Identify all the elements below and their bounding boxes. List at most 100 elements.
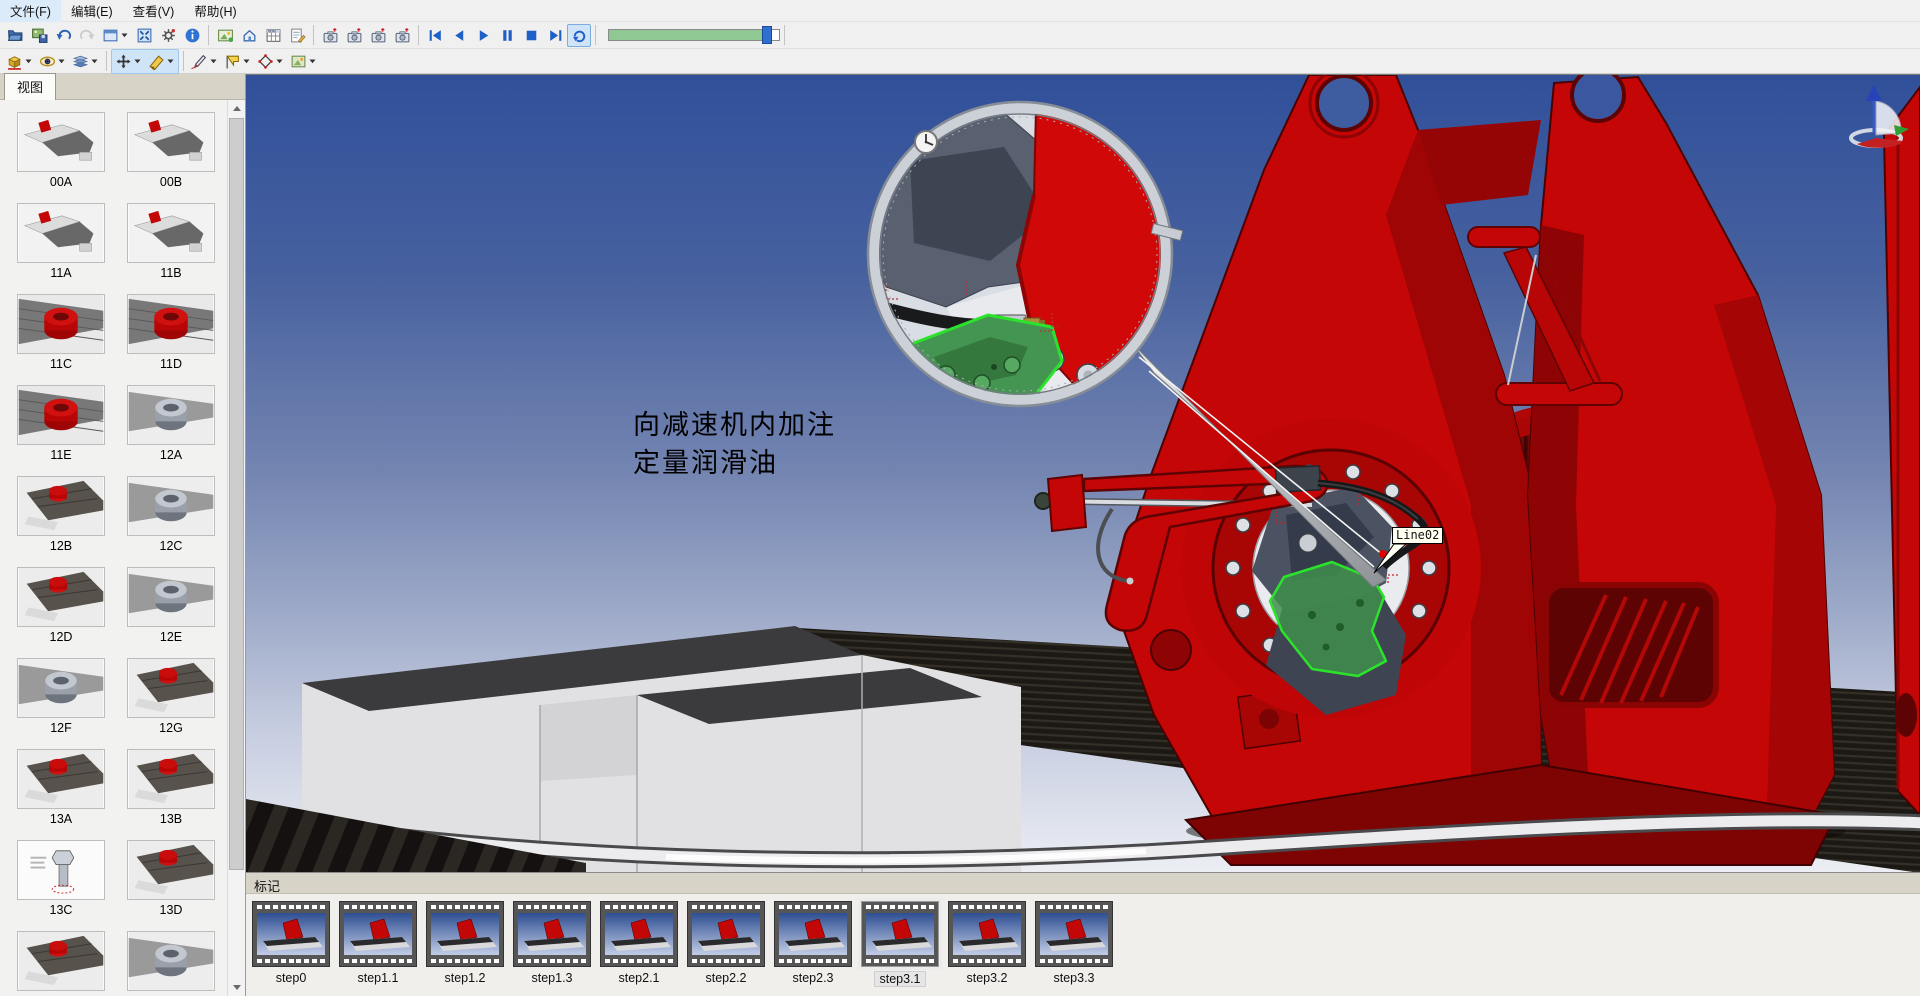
view-thumbnail-12D[interactable]: 12D [13, 567, 109, 644]
snapshot-4-button[interactable] [390, 24, 414, 47]
chevron-down-icon[interactable] [133, 57, 142, 65]
go-prev-button[interactable] [447, 24, 471, 47]
view-thumbnail[interactable] [13, 931, 109, 994]
undo-button[interactable] [51, 24, 75, 47]
callout-button[interactable] [221, 50, 254, 73]
view-thumbnail-13B[interactable]: 13B [123, 749, 219, 826]
view-thumbnail-11D[interactable]: 11D [123, 294, 219, 371]
view-thumbnail-12G[interactable]: 12G [123, 658, 219, 735]
step-thumbnail-step1.2[interactable]: step1.2 [426, 901, 504, 987]
stop-button[interactable] [519, 24, 543, 47]
view-thumbnail-00B[interactable]: 00B [123, 112, 219, 189]
chevron-down-icon[interactable] [120, 31, 129, 39]
film-sprockets [866, 959, 934, 963]
scroll-down-icon[interactable] [228, 979, 245, 996]
chevron-down-icon[interactable] [24, 57, 33, 65]
view-thumbnail-12B[interactable]: 12B [13, 476, 109, 553]
toolbar-group [188, 50, 320, 73]
settings-button[interactable] [156, 24, 180, 47]
film-frame[interactable] [252, 901, 330, 967]
film-frame[interactable] [687, 901, 765, 967]
scroll-up-icon[interactable] [228, 100, 245, 117]
film-frame[interactable] [339, 901, 417, 967]
notes-button[interactable] [285, 24, 309, 47]
section-view-button[interactable] [145, 50, 178, 73]
view-thumbnail-11A[interactable]: 11A [13, 203, 109, 280]
step-thumbnail-step2.3[interactable]: step2.3 [774, 901, 852, 987]
snapshot-3-button[interactable] [366, 24, 390, 47]
view-thumbnail-12F[interactable]: 12F [13, 658, 109, 735]
go-first-icon [427, 27, 444, 44]
view-thumbnail-11E[interactable]: 11E [13, 385, 109, 462]
view-thumbnail-13D[interactable]: 13D [123, 840, 219, 917]
chevron-down-icon[interactable] [166, 57, 175, 65]
scrollbar-thumb[interactable] [229, 118, 244, 870]
go-last-button[interactable] [543, 24, 567, 47]
step-thumbnail-step2.1[interactable]: step2.1 [600, 901, 678, 987]
view-thumbnail-11B[interactable]: 11B [123, 203, 219, 280]
view-thumbnail-label: 11B [123, 266, 219, 280]
chevron-down-icon[interactable] [209, 57, 218, 65]
step-thumbnail-step0[interactable]: step0 [252, 901, 330, 987]
step-label: step2.1 [615, 971, 662, 985]
film-frame[interactable] [600, 901, 678, 967]
sidebar-scrollbar[interactable] [227, 100, 245, 996]
progress-handle[interactable] [762, 26, 772, 44]
view-thumbnail-12A[interactable]: 12A [123, 385, 219, 462]
fit-view-button[interactable] [132, 24, 156, 47]
menu-file[interactable]: 文件(F) [0, 0, 61, 22]
chevron-down-icon[interactable] [57, 57, 66, 65]
step-thumbnail-step1.3[interactable]: step1.3 [513, 901, 591, 987]
view-thumbnail-11C[interactable]: 11C [13, 294, 109, 371]
film-frame[interactable] [1035, 901, 1113, 967]
view-thumbnail-13C[interactable]: 13C [13, 840, 109, 917]
redo-button[interactable] [75, 24, 99, 47]
menu-help[interactable]: 帮助(H) [184, 0, 246, 22]
play-button[interactable] [471, 24, 495, 47]
chevron-down-icon[interactable] [275, 57, 284, 65]
step-thumbnail-step3.1[interactable]: step3.1 [861, 901, 939, 988]
step-thumbnail-step3.2[interactable]: step3.2 [948, 901, 1026, 987]
save-image-button[interactable] [27, 24, 51, 47]
film-frame[interactable] [513, 901, 591, 967]
film-frame[interactable] [426, 901, 504, 967]
move-part-button[interactable] [112, 50, 145, 73]
explode-view-button[interactable] [3, 50, 36, 73]
image-note-button[interactable] [287, 50, 320, 73]
viewport-3d[interactable]: 向减速机内加注 定量润滑油 Line02 [246, 74, 1920, 872]
menu-view[interactable]: 查看(V) [123, 0, 185, 22]
film-frame[interactable] [861, 901, 939, 967]
animation-progress[interactable] [608, 29, 780, 41]
chevron-down-icon[interactable] [308, 57, 317, 65]
snapshot-2-button[interactable] [342, 24, 366, 47]
chevron-down-icon[interactable] [90, 57, 99, 65]
export-image-button[interactable] [213, 24, 237, 47]
step-thumbnail-step3.3[interactable]: step3.3 [1035, 901, 1113, 987]
part-name-label[interactable]: Line02 [1392, 527, 1443, 544]
visibility-button[interactable] [36, 50, 69, 73]
pause-button[interactable] [495, 24, 519, 47]
view-thumbnail-12C[interactable]: 12C [123, 476, 219, 553]
measure-button[interactable] [254, 50, 287, 73]
menu-edit[interactable]: 编辑(E) [61, 0, 123, 22]
layers-button[interactable] [69, 50, 102, 73]
go-first-button[interactable] [423, 24, 447, 47]
chevron-down-icon[interactable] [242, 57, 251, 65]
tab-views[interactable]: 视图 [4, 73, 56, 100]
step-thumbnail-step2.2[interactable]: step2.2 [687, 901, 765, 987]
info-button[interactable] [180, 24, 204, 47]
view-mode-button[interactable] [99, 24, 132, 47]
view-thumbnail[interactable] [123, 931, 219, 994]
open-file-button[interactable] [3, 24, 27, 47]
view-thumbnail-12E[interactable]: 12E [123, 567, 219, 644]
film-frame[interactable] [774, 901, 852, 967]
view-thumbnail-13A[interactable]: 13A [13, 749, 109, 826]
view-thumbnail-00A[interactable]: 00A [13, 112, 109, 189]
annotate-pen-button[interactable] [188, 50, 221, 73]
loop-button[interactable] [567, 24, 591, 47]
film-frame[interactable] [948, 901, 1026, 967]
snapshot-1-button[interactable] [318, 24, 342, 47]
bom-table-button[interactable]: BOM [261, 24, 285, 47]
step-thumbnail-step1.1[interactable]: step1.1 [339, 901, 417, 987]
home-view-button[interactable] [237, 24, 261, 47]
